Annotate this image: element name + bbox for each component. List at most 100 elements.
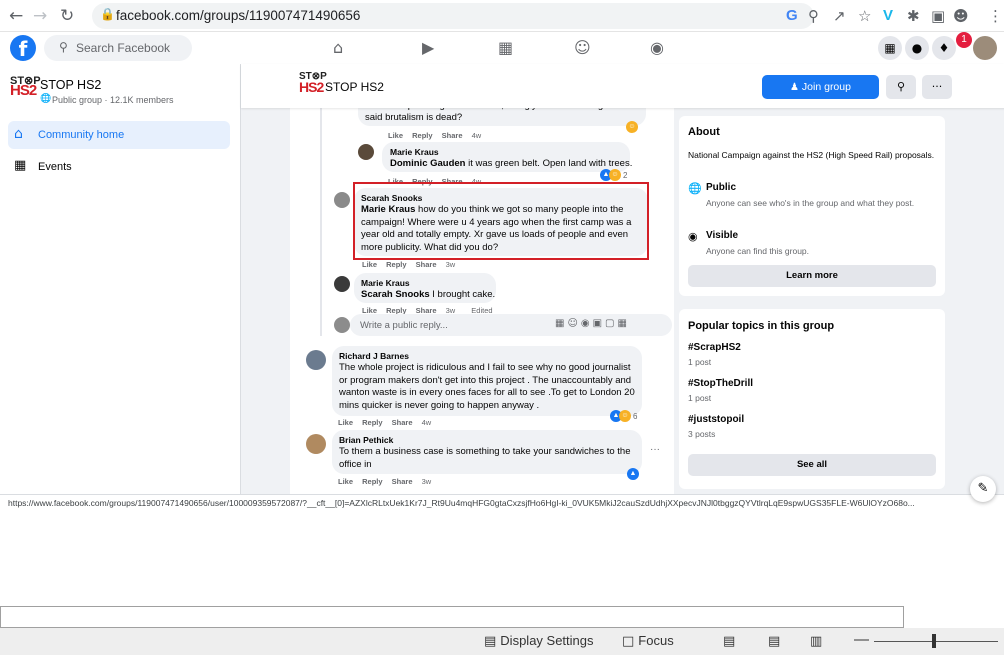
- watch-icon[interactable]: ▶: [422, 38, 434, 57]
- account-avatar[interactable]: [973, 36, 997, 60]
- reply-input[interactable]: Write a public reply... ▦☺◉▣▢▦: [350, 314, 672, 336]
- topic-tag[interactable]: #juststopoil: [688, 414, 744, 425]
- topic-count: 1 post: [688, 393, 712, 403]
- reply-link[interactable]: Reply: [362, 418, 382, 427]
- back-icon[interactable]: ←: [9, 6, 23, 26]
- comment-bubble: Richard J Barnes The whole project is ri…: [332, 346, 642, 416]
- comment-options-icon[interactable]: ···: [650, 444, 660, 455]
- join-group-button[interactable]: ♟ Join group: [762, 75, 879, 99]
- share-link[interactable]: Share: [392, 477, 413, 486]
- sidebar-item-community-home[interactable]: ⌂ Community home: [8, 121, 230, 149]
- comment-time[interactable]: 4w: [422, 418, 432, 427]
- comment-author[interactable]: Richard J Barnes: [339, 351, 409, 361]
- avatar[interactable]: [334, 192, 350, 208]
- focus-button[interactable]: □ Focus: [622, 633, 674, 649]
- reply-link[interactable]: Reply: [412, 131, 432, 140]
- facebook-logo-icon[interactable]: f: [10, 35, 36, 61]
- lock-icon: 🔒: [100, 7, 115, 21]
- print-layout-icon[interactable]: ▤: [768, 633, 784, 649]
- calendar-icon: ▦: [14, 158, 27, 173]
- topic-tag[interactable]: #ScrapHS2: [688, 342, 741, 353]
- bookmark-star-icon[interactable]: ☆: [858, 7, 871, 25]
- comment-text: Dominic Gauden it was green belt. Open l…: [390, 158, 632, 171]
- google-icon[interactable]: G: [786, 7, 798, 24]
- web-layout-icon[interactable]: ▥: [810, 633, 826, 649]
- comment-author[interactable]: Marie Kraus: [361, 278, 410, 288]
- group-search-icon[interactable]: ⚲: [886, 75, 916, 99]
- search-placeholder[interactable]: Search Facebook: [76, 41, 170, 55]
- text-input-strip[interactable]: [0, 606, 904, 628]
- comment-time[interactable]: 3w: [446, 260, 456, 269]
- sidebar-item-events[interactable]: ▦ Events: [8, 153, 230, 181]
- visibility-title: Visible: [706, 230, 739, 241]
- group-sidebar: ST⊗P HS2 STOP HS2 🌐 Public group · 12.1K…: [0, 64, 240, 494]
- globe-icon: 🌐: [688, 182, 702, 195]
- comment-author[interactable]: Marie Kraus: [390, 147, 439, 157]
- like-link[interactable]: Like: [388, 131, 403, 140]
- see-all-button[interactable]: See all: [688, 454, 936, 476]
- share-icon[interactable]: ↗: [833, 7, 846, 25]
- home-icon: ⌂: [14, 126, 23, 142]
- react-count[interactable]: 6: [633, 412, 637, 421]
- zoom-slider[interactable]: [874, 641, 998, 642]
- extensions-icon[interactable]: ✱: [907, 7, 920, 25]
- reply-attachment-icons[interactable]: ▦☺◉▣▢▦: [555, 318, 630, 329]
- gaming-icon[interactable]: ◉: [650, 38, 664, 57]
- comment-text: To them a business case is something to …: [339, 446, 631, 470]
- topic-tag[interactable]: #StopTheDrill: [688, 378, 753, 389]
- menu-grid-icon[interactable]: ▦: [878, 36, 902, 60]
- like-link[interactable]: Like: [338, 418, 353, 427]
- display-settings-button[interactable]: ▤ Display Settings: [484, 633, 594, 649]
- group-meta: Public group · 12.1K members: [52, 95, 174, 105]
- visibility-desc: Anyone can find this group.: [706, 246, 810, 256]
- comment-body: it was green belt. Open land with trees.: [465, 158, 633, 169]
- highlight-annotation: [353, 182, 649, 260]
- avatar[interactable]: [358, 144, 374, 160]
- sidepanel-icon[interactable]: ▣: [931, 7, 945, 25]
- marketplace-icon[interactable]: ▦: [498, 38, 513, 57]
- post-comments-card: bet it was prime agricultural land, so u…: [290, 100, 674, 494]
- like-link[interactable]: Like: [362, 260, 377, 269]
- comment-time[interactable]: 3w: [422, 477, 432, 486]
- reload-icon[interactable]: ↻: [60, 6, 74, 26]
- avatar[interactable]: [334, 276, 350, 292]
- menu-kebab-icon[interactable]: ⋮: [988, 7, 1003, 25]
- share-link[interactable]: Share: [442, 131, 463, 140]
- share-link[interactable]: Share: [392, 418, 413, 427]
- group-more-button[interactable]: ···: [922, 75, 952, 99]
- vimeo-icon[interactable]: V: [883, 7, 893, 24]
- like-link[interactable]: Like: [338, 477, 353, 486]
- groups-icon[interactable]: ☺: [574, 38, 591, 57]
- compose-icon[interactable]: ✎: [970, 476, 996, 502]
- forward-icon[interactable]: →: [33, 6, 47, 26]
- comment-time[interactable]: 4w: [472, 131, 482, 140]
- comment-text: The whole project is ridiculous and I fa…: [339, 362, 635, 411]
- share-link[interactable]: Share: [416, 260, 437, 269]
- zoom-slider-thumb[interactable]: [932, 634, 936, 648]
- zoom-out-button[interactable]: —: [854, 631, 869, 648]
- notifications-bell-icon[interactable]: ♦: [932, 36, 956, 60]
- group-logo: ST⊗P HS2: [10, 76, 41, 99]
- home-icon[interactable]: ⌂: [333, 38, 343, 57]
- profile-icon[interactable]: ☻: [953, 7, 969, 25]
- messenger-icon[interactable]: ●: [905, 36, 929, 60]
- mention[interactable]: Dominic Gauden: [390, 158, 465, 169]
- learn-more-button[interactable]: Learn more: [688, 265, 936, 287]
- privacy-title: Public: [706, 182, 737, 193]
- react-count[interactable]: 2: [623, 171, 627, 180]
- thread-line: [320, 100, 322, 336]
- facebook-search[interactable]: ⚲ Search Facebook: [44, 35, 192, 61]
- group-bar-logo-line2: HS2: [299, 79, 324, 95]
- mention[interactable]: Scarah Snooks: [361, 289, 430, 300]
- avatar[interactable]: [306, 350, 326, 370]
- read-mode-icon[interactable]: ▤: [723, 633, 739, 649]
- zoom-icon[interactable]: ⚲: [808, 7, 819, 25]
- topic-count: 3 posts: [688, 429, 716, 439]
- comment-bubble: Marie Kraus Scarah Snooks I brought cake…: [354, 273, 496, 303]
- avatar[interactable]: [306, 434, 326, 454]
- join-icon: ♟: [790, 82, 799, 93]
- comment-author[interactable]: Brian Pethick: [339, 435, 393, 445]
- reply-link[interactable]: Reply: [386, 260, 406, 269]
- reply-link[interactable]: Reply: [362, 477, 382, 486]
- group-name[interactable]: STOP HS2: [40, 78, 101, 92]
